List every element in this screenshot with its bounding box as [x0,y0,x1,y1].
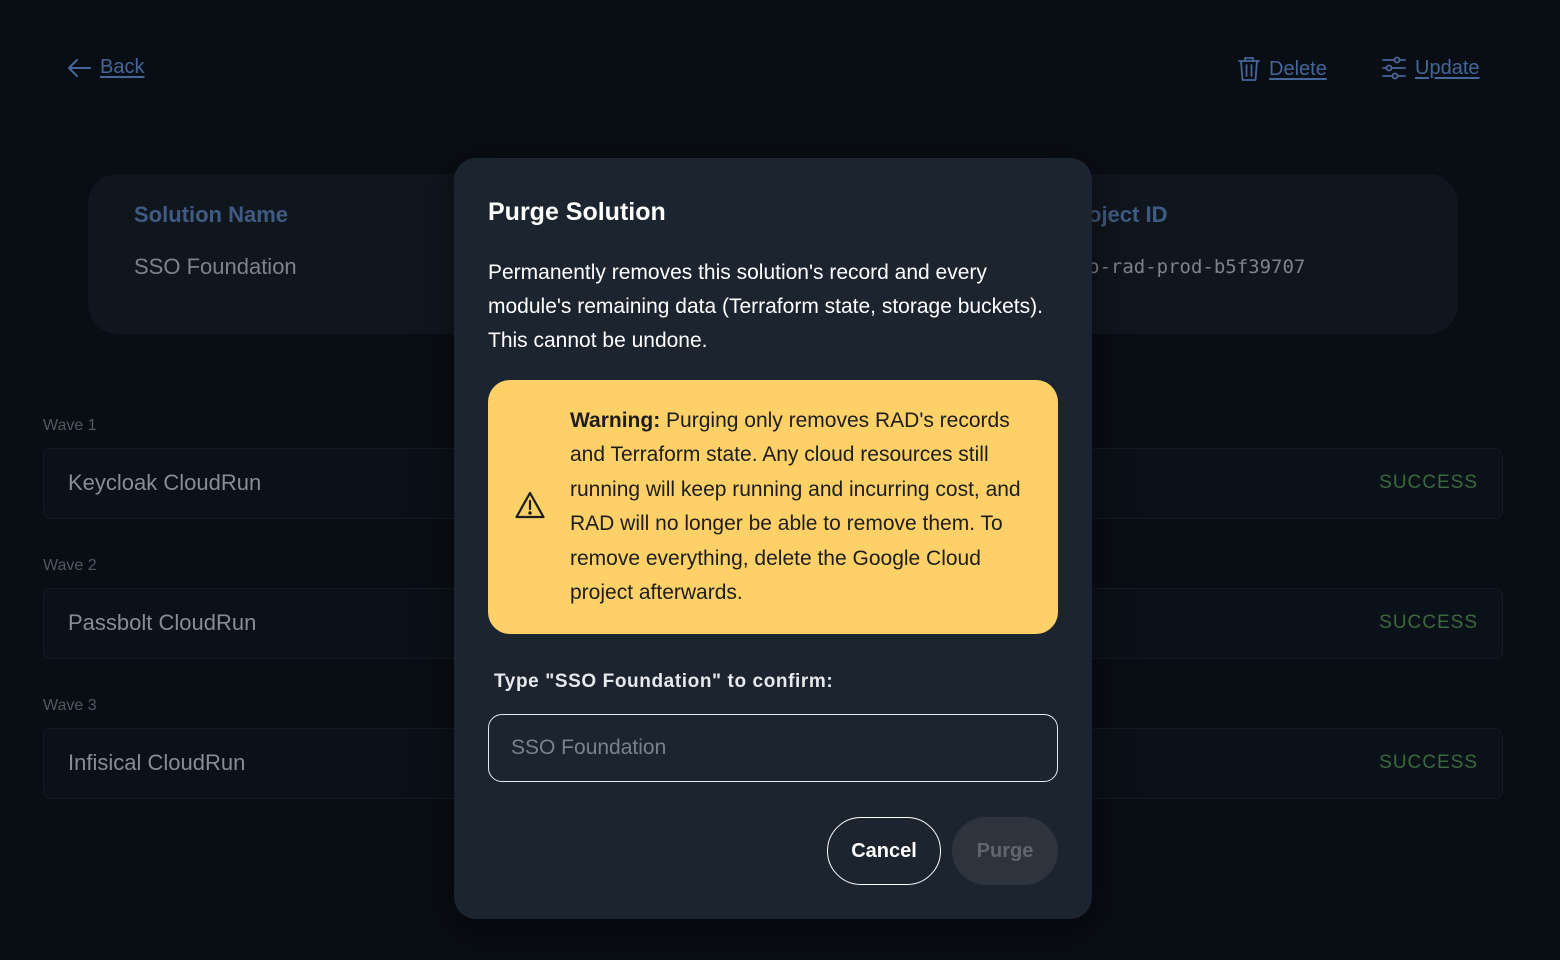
confirm-label: Type "SSO Foundation" to confirm: [494,671,834,692]
dialog-title: Purge Solution [488,198,666,226]
purge-button[interactable]: Purge [952,817,1058,885]
purge-solution-dialog: Purge Solution Permanently removes this … [454,158,1092,919]
warning-triangle-icon [515,491,545,519]
warning-callout: Warning: Purging only removes RAD's reco… [488,380,1058,634]
dialog-description: Permanently removes this solution's reco… [488,261,1043,352]
warning-body: Purging only removes RAD's records and T… [570,409,1021,605]
cancel-button[interactable]: Cancel [827,817,941,885]
warning-prefix: Warning: [570,409,661,432]
warning-text: Warning: Purging only removes RAD's reco… [570,404,1040,610]
confirm-name-input[interactable] [488,714,1058,782]
